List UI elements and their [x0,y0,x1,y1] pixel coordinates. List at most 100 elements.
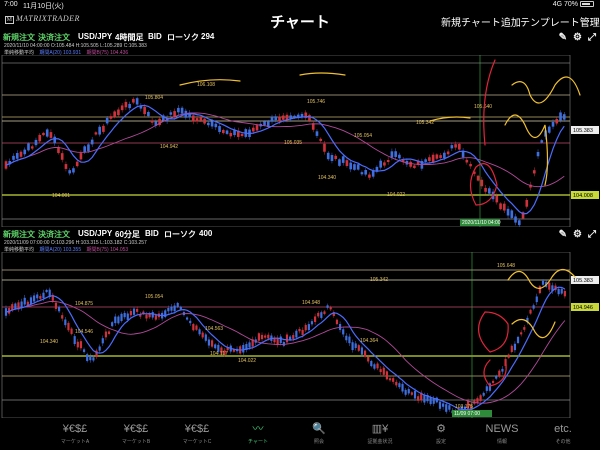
tab-1[interactable]: ¥€$£ マーケットA [45,418,105,450]
gear-icon[interactable]: ⚙ [573,32,582,43]
candle-body [150,120,154,123]
price-annotation: 104.364 [360,338,378,344]
candle-body [27,143,30,151]
candle-body [154,315,157,320]
side-selector[interactable]: BID [145,229,159,238]
tab-icon: ¥€$£ [62,423,88,435]
chart-tools: ✎ ⚙ ⤢ [553,228,596,240]
candle-body [335,319,339,325]
price-annotation: 104.546 [75,329,93,335]
candle-body [117,109,120,116]
candle-body [264,335,267,338]
tab-2[interactable]: ¥€$£ マーケットB [106,418,166,450]
candle-body [278,116,281,122]
add-chart-button[interactable]: 新規チャート追加 [441,14,521,29]
tab-5[interactable]: 🔍 照会 [289,418,349,450]
candle-body [435,154,439,159]
timeframe-selector[interactable]: 60分足 [115,229,140,240]
candle-body [424,159,427,162]
candle-body [326,305,329,308]
candle-body [120,313,123,322]
candle-body [326,152,330,160]
candle-body [379,160,382,168]
candle-body [370,360,373,367]
candle-body [548,282,551,290]
expand-icon[interactable]: ⤢ [588,32,596,43]
template-manage-button[interactable]: テンプレート管理 [520,14,600,29]
candle-body [488,188,491,194]
candle-body [476,398,479,403]
candle-body [341,156,345,163]
tab-8[interactable]: NEWS 情報 [472,418,532,450]
tab-6[interactable]: ▥¥ 証拠金状況 [350,418,410,450]
candle-body [89,356,92,361]
candle-body [64,319,67,326]
gear-icon[interactable]: ⚙ [573,229,582,240]
candlestick-chart-4h[interactable]: 105.804 106.108 105.746 104.942 105.035 105.0… [0,55,600,227]
candle-body [111,322,114,327]
candle-body [199,116,203,121]
pair-selector[interactable]: USD/JPY [78,229,112,238]
candle-body [79,153,83,160]
tab-9[interactable]: etc. その他 [533,418,593,450]
settle-order-button[interactable]: 決済注文 [38,229,70,240]
price-annotation: 105.648 [497,263,515,269]
candle-body [173,305,176,312]
candle-body [563,290,566,297]
settle-order-button[interactable]: 決済注文 [38,32,70,43]
candle-body [98,346,101,351]
candle-body [179,306,182,310]
candle-body [404,389,407,395]
candle-body [75,161,79,167]
tab-3[interactable]: ¥€$£ マーケットC [167,418,227,450]
candle-body [368,174,371,178]
signal-text: 4G 70% [552,1,578,8]
candle-body [135,98,139,105]
pair-selector[interactable]: USD/JPY [78,32,112,41]
candle-body [540,140,544,143]
candle-body [323,311,326,314]
tab-label: 照会 [313,439,324,445]
new-order-button[interactable]: 新規注文 [3,32,35,43]
price-annotation: 104.948 [302,300,320,306]
candle-body [373,364,376,369]
candle-body [289,336,292,340]
candle-body [315,131,319,136]
timeframe-selector[interactable]: 4時間足 [115,32,143,43]
expand-icon[interactable]: ⤢ [588,229,596,240]
pencil-icon[interactable]: ✎ [559,32,567,43]
candle-body [34,139,38,146]
candle-body [348,336,351,344]
tab-7[interactable]: ⚙ 設定 [411,418,471,450]
chart-type-selector[interactable]: ローソク [167,32,199,43]
pencil-icon[interactable]: ✎ [559,229,567,240]
side-selector[interactable]: BID [148,32,162,41]
candle-body [169,112,173,115]
price-annotation: 105.804 [145,95,163,101]
candle-body [388,378,392,381]
candle-body [151,312,154,318]
bar-count-selector[interactable]: 400 [199,229,212,238]
candle-body [61,315,64,319]
chart-type-selector[interactable]: ローソク [164,229,196,240]
candlestick-chart-60m[interactable]: 104.875 105.054 104.948 104.546 104.563 105.3… [0,252,600,418]
candle-body [398,154,401,159]
candle-body [72,168,75,173]
candle-body [379,369,382,373]
candle-body [240,133,244,137]
candle-body [525,199,529,207]
candle-body [120,105,124,111]
candle-body [113,111,116,118]
candle-body [218,126,221,133]
candle-body [506,208,510,216]
nav-bar: M MATRIXTRADER チャート 新規チャート追加 テンプレート管理 [0,9,600,31]
tab-4[interactable]: 〰チャート [228,418,288,450]
candle-body [210,340,214,347]
candle-body [354,343,357,349]
new-order-button[interactable]: 新規注文 [3,229,35,240]
candle-body [513,343,517,351]
bar-count-selector[interactable]: 294 [201,32,214,41]
candle-body [476,175,480,181]
chart-panel-4h: 新規注文 決済注文 USD/JPY 4時間足 BID ローソク 294 ✎ ⚙ ⤢ … [0,31,600,227]
candle-body [23,149,27,155]
